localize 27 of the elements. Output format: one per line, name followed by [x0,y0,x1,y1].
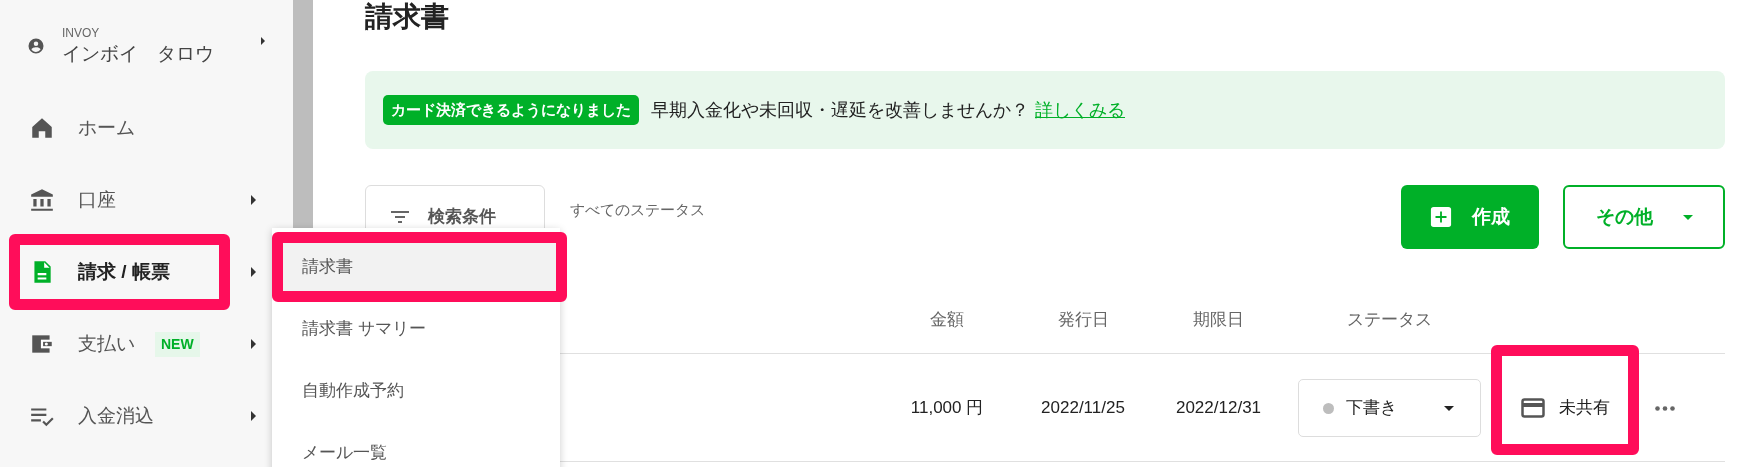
notice-text: 早期入金化や未回収・遅延を改善しませんか？ [651,98,1029,122]
user-name: インボイ タロウ [62,42,215,66]
feature-badge: カード決済できるようになりました [383,94,639,126]
sidebar-item[interactable]: 口座 [0,164,293,236]
share-status: 未共有 [1558,397,1610,420]
card-icon [1520,398,1545,418]
account-icon [27,37,45,55]
new-badge: NEW [155,331,200,357]
bank-icon [29,187,55,213]
table-cell-text: 2022/11/25 [1041,397,1125,420]
column-header: 発行日 [1057,309,1109,332]
column-header: 期限日 [1193,309,1244,332]
table-cell-text: 2022/12/31 [1175,397,1262,420]
caret-icon [261,37,265,45]
column-header: 金額 [930,309,964,332]
column-header: ステータス [1346,309,1432,332]
plus-icon [1430,206,1452,228]
caret-down-icon [1682,214,1693,220]
sidebar-item[interactable]: ホーム [0,92,293,164]
page-title: 請求書 [365,0,449,34]
status-dropdown[interactable]: 下書き [1297,379,1481,437]
caret-down-icon [1443,405,1454,411]
filter-summary: すべてのステータス [570,199,705,220]
organization-name: INVOY [62,25,101,41]
table-cell-text: 11,000 円 [910,397,984,420]
more-icon [1655,405,1675,411]
user-menu[interactable]: INVOY インボイ タロウ [0,0,293,92]
